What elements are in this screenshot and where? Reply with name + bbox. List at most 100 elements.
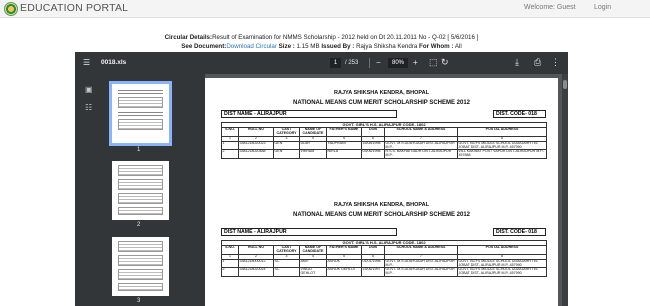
column-header: S.NO. xyxy=(221,126,239,137)
more-options-icon[interactable]: ⋮ xyxy=(551,58,560,67)
page-thumbnail-1[interactable] xyxy=(109,81,172,146)
thumbnail-label: 3 xyxy=(137,298,141,304)
issued-by-label: Issued By : xyxy=(321,42,355,50)
cell-dob: 01/01/1998 xyxy=(361,258,385,269)
viewer-toolbar: ☰ 0018.xls 1 / 253 − 80% + ⬚ ↻ ⤓ ⎙ ⋮ xyxy=(75,52,568,74)
cell-postal: GOVT. BOYS MIDDLE SCHOOL UDAIGARH TEL JO… xyxy=(456,258,548,269)
viewer-scrollbar[interactable] xyxy=(562,74,568,306)
rotate-icon[interactable]: ↻ xyxy=(441,58,449,67)
cell-roll-no: 3381218020024 xyxy=(238,267,274,278)
table-row: 1 3381218000012 SC AMIT ASHOK 01/01/1998… xyxy=(221,258,548,269)
table-header-row: S.NO. ROLL NO CAST CATEGORY NAME OF CAND… xyxy=(221,126,548,137)
scrollbar-thumb[interactable] xyxy=(563,80,567,89)
cell-school: GOVT. M.S.UDAYGADH DIST-ALIRAJPUR M.P.- xyxy=(384,258,458,269)
document-page: RAJYA SHIKSHA KENDRA, BHOPAL NATIONAL ME… xyxy=(205,78,558,306)
column-header: ROLL NO xyxy=(238,244,274,255)
cell-sno: 2 xyxy=(221,267,239,278)
cell-candidate: AMIT xyxy=(299,258,327,269)
column-header: NAME OF CANDIDATE xyxy=(299,126,327,137)
cell-school: H.S.S. BAKHATGADH DIST-ALIRAJPUR M.P.- xyxy=(384,149,458,160)
file-name: 0018.xls xyxy=(101,59,127,66)
toolbar-divider xyxy=(369,58,370,68)
column-header: S.NO. xyxy=(221,244,239,255)
cell-roll-no: 3381218000012 xyxy=(238,258,274,269)
cell-category: SC xyxy=(273,267,300,278)
for-whom-value: All xyxy=(454,42,462,50)
cell-candidate: VINOD GEHLOT xyxy=(299,267,327,278)
circular-text: Result of Examination for NMMS Scholarsh… xyxy=(212,34,479,41)
cell-sno: 2 xyxy=(221,149,239,160)
thumbnail-sidebar: ▣ ☷ 1 2 3 xyxy=(75,74,205,306)
column-header: DOB xyxy=(361,244,385,255)
outline-view-icon[interactable]: ☷ xyxy=(85,103,92,112)
size-value: 1.15 MB xyxy=(296,42,320,50)
circular-label: Circular Details: xyxy=(164,34,213,41)
see-document-label: See Document: xyxy=(181,42,227,50)
download-circular-link[interactable]: Download Circular xyxy=(226,43,277,50)
cell-dob: 15/06/1997 xyxy=(361,267,385,278)
column-header: FATHER'S NAME xyxy=(326,244,362,255)
org-heading: RAJYA SHIKSHA KENDRA, BHOPAL xyxy=(334,202,429,208)
cell-father: ASHOK GEHLOT xyxy=(326,267,362,278)
for-whom-label: For Whom : xyxy=(419,42,454,50)
results-table: GOVT. GIRL'S H.S. ALIRAJPUR CODE- 1802 S… xyxy=(220,122,548,160)
district-code: DIST. CODE- 018 xyxy=(493,110,546,118)
cell-school: GOVT. M.S.UDAYGADH DIST-ALIRAJPUR M.P.- xyxy=(384,267,458,278)
portal-logo xyxy=(4,2,18,16)
menu-icon[interactable]: ☰ xyxy=(83,59,90,67)
portal-title: EDUCATION PORTAL xyxy=(20,2,129,14)
results-table: GOVT. GIRL'S H.S. ALIRAJPUR CODE- 1802 S… xyxy=(220,240,548,278)
org-heading: RAJYA SHIKSHA KENDRA, BHOPAL xyxy=(334,90,429,96)
cell-postal: VILL KAKWAT POST VAPUR DIST-ALIRAJPUR M.… xyxy=(456,149,548,160)
total-pages: / 253 xyxy=(345,60,359,66)
cell-category: SC xyxy=(273,258,300,269)
table-header-row: S.NO. ROLL NO CAST CATEGORY NAME OF CAND… xyxy=(221,244,548,255)
column-header: FATHER'S NAME xyxy=(326,126,362,137)
scheme-heading: NATIONAL MEANS CUM MERIT SCHOLARSHIP SCH… xyxy=(292,100,471,106)
district-name: DIST NAME - ALIRAJPUR xyxy=(221,110,397,118)
table-row: 1 3381218020023 GEN UDAY YADPRANT 15/08/… xyxy=(221,140,548,151)
column-header: CAST CATEGORY xyxy=(273,244,300,255)
district-row: DIST NAME - ALIRAJPUR DIST. CODE- 018 xyxy=(221,228,546,236)
cell-category: GEN xyxy=(273,149,300,160)
cell-category: GEN xyxy=(273,140,300,151)
column-header: POSTAL ADDRESS xyxy=(456,126,548,137)
cell-sno: 1 xyxy=(221,258,239,269)
column-header: ROLL NO xyxy=(238,126,274,137)
zoom-in-icon[interactable]: + xyxy=(413,59,418,67)
cell-dob: 15/08/1998 xyxy=(361,140,385,151)
cell-postal: GOVT. BOYS MIDDLE SCHOOL UDAIGARH TEL JO… xyxy=(456,267,548,278)
column-header: SCHOOL NAME & ADDRESS xyxy=(384,126,458,137)
cell-dob: 03/06/1998 xyxy=(361,149,385,160)
district-code: DIST. CODE- 018 xyxy=(493,228,546,236)
page-thumbnail-3[interactable] xyxy=(112,237,169,296)
zoom-out-icon[interactable]: − xyxy=(376,59,381,67)
welcome-text: Welcome: Guest xyxy=(524,4,576,11)
page-number-input[interactable]: 1 xyxy=(330,58,341,68)
district-row: DIST NAME - ALIRAJPUR DIST. CODE- 018 xyxy=(221,110,546,118)
cell-postal: GOVT. BOYS MIDDLE SCHOOL UDAIGARH TEL JO… xyxy=(456,140,548,151)
table-row: 2 3381218020024 SC VINOD GEHLOT ASHOK GE… xyxy=(221,267,548,278)
thumbnails-view-icon[interactable]: ▣ xyxy=(85,85,93,94)
column-header: DOB xyxy=(361,126,385,137)
column-header: NAME OF CANDIDATE xyxy=(299,244,327,255)
issued-by-value: Rajya Shiksha Kendra xyxy=(356,42,418,50)
column-header: CAST CATEGORY xyxy=(273,126,300,137)
print-icon[interactable]: ⎙ xyxy=(534,58,541,67)
column-header: SCHOOL NAME & ADDRESS xyxy=(384,244,458,255)
pdf-viewer: ☰ 0018.xls 1 / 253 − 80% + ⬚ ↻ ⤓ ⎙ ⋮ ▣ ☷… xyxy=(75,52,568,306)
download-icon[interactable]: ⤓ xyxy=(515,58,519,67)
size-label: Size : xyxy=(278,42,295,50)
cell-father: YADPRANT xyxy=(326,140,362,151)
cell-sno: 1 xyxy=(221,140,239,151)
cell-school: GOVT. M.S.UDAYGADH DIST-ALIRAJPUR M.P.- xyxy=(384,140,458,151)
scheme-heading: NATIONAL MEANS CUM MERIT SCHOLARSHIP SCH… xyxy=(292,212,471,218)
circular-details: Circular Details:Result of Examination f… xyxy=(75,34,568,52)
page-thumbnail-2[interactable] xyxy=(112,161,169,220)
zoom-input[interactable]: 80% xyxy=(388,58,408,68)
cell-roll-no: 3381218020023 xyxy=(238,140,274,151)
fit-page-icon[interactable]: ⬚ xyxy=(429,58,438,67)
district-name: DIST NAME - ALIRAJPUR xyxy=(221,228,397,236)
login-link[interactable]: Login xyxy=(594,4,611,11)
thumbnail-label: 1 xyxy=(137,147,141,153)
